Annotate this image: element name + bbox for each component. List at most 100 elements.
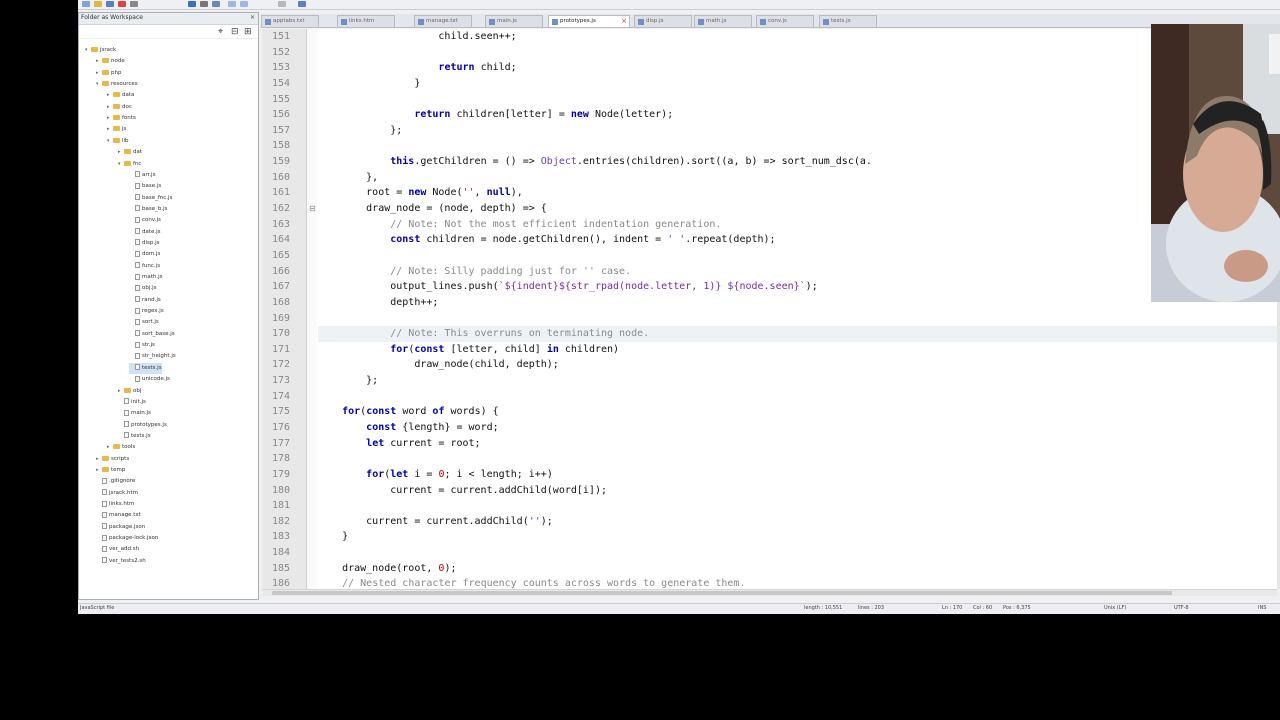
close-tab-icon[interactable]: ×	[621, 16, 627, 27]
tree-item[interactable]: prototypes.js	[118, 420, 167, 431]
code-line[interactable]: let current = root;	[318, 436, 1277, 452]
tree-item[interactable]: tests.js	[129, 362, 162, 374]
tree-item[interactable]: conv.js	[129, 215, 161, 226]
close-file-icon[interactable]	[118, 1, 126, 7]
tree-item[interactable]: func.js	[129, 261, 160, 272]
code-line[interactable]: for(const word of words) {	[318, 404, 1277, 420]
tree-item[interactable]: ▾ lib	[107, 136, 129, 147]
tree-item[interactable]: ▸ doc	[107, 102, 132, 113]
undo-icon[interactable]	[228, 1, 236, 7]
tree-item[interactable]: dom.js	[129, 249, 160, 260]
code-line[interactable]: // Nested character frequency counts acr…	[318, 576, 1277, 589]
code-line[interactable]: depth++;	[318, 295, 1277, 311]
cut-icon[interactable]	[188, 1, 196, 7]
tree-item[interactable]: ▸ tools	[107, 442, 135, 453]
tab-file[interactable]: math.js	[694, 15, 752, 27]
code-line[interactable]	[318, 248, 1277, 264]
tree-item[interactable]: rand.js	[129, 295, 161, 306]
tree-item[interactable]: obj.js	[129, 283, 157, 294]
code-line[interactable]: output_lines.push(`${indent}${str_rpad(n…	[318, 279, 1277, 295]
code-editor[interactable]: 151 152 153 154 155 156 157 158 159 160 161 162 163 1…	[262, 29, 1277, 589]
code-line[interactable]	[318, 389, 1277, 405]
code-line[interactable]: for(let i = 0; i < length; i++)	[318, 467, 1277, 483]
tree-item[interactable]: ▸ obj	[118, 386, 141, 397]
save-icon[interactable]	[106, 1, 114, 7]
tree-item[interactable]: ▾ resources	[96, 79, 138, 90]
code-line[interactable]: this.getChildren = () => Object.entries(…	[318, 154, 1277, 170]
tab-file[interactable]: disp.js	[634, 15, 692, 27]
code-line[interactable]: const {length} = word;	[318, 420, 1277, 436]
tab-file[interactable]: links.htm	[337, 15, 395, 27]
tree-item[interactable]: base.js	[129, 181, 161, 192]
fold-margin[interactable]	[307, 29, 317, 589]
tree-item[interactable]: ▸ fonts	[107, 113, 136, 124]
tree-item[interactable]: ▾ jsrack	[85, 45, 116, 56]
tree-item[interactable]: .gitignore	[96, 476, 135, 487]
tree-item[interactable]: disp.js	[129, 238, 160, 249]
code-line[interactable]: for(const [letter, child] in children)	[318, 342, 1277, 358]
locate-icon[interactable]: ⌖	[218, 27, 223, 37]
code-line[interactable]: },	[318, 170, 1277, 186]
tree-item[interactable]: ▸ node	[96, 56, 125, 67]
code-line[interactable]: current = current.addChild('');	[318, 514, 1277, 530]
code-line[interactable]: return child;	[318, 60, 1277, 76]
tree-item[interactable]: ▸ scripts	[96, 454, 129, 465]
tree-item[interactable]: arr.js	[129, 170, 155, 181]
expand-all-icon[interactable]: ⊞	[244, 27, 252, 37]
tab-file[interactable]: apptabs.txt	[261, 15, 319, 27]
copy-icon[interactable]	[200, 1, 208, 7]
tree-item[interactable]: ▾ fnc	[118, 159, 141, 170]
code-line[interactable]: return children[letter] = new Node(lette…	[318, 107, 1277, 123]
redo-icon[interactable]	[240, 1, 248, 7]
open-file-icon[interactable]	[94, 1, 102, 7]
scroll-thumb[interactable]	[272, 591, 1172, 595]
tab-file[interactable]: main.js	[485, 15, 543, 27]
tree-item[interactable]: ver_tests2.sh	[96, 556, 146, 567]
tree-item[interactable]: package.json	[96, 522, 145, 533]
collapse-all-icon[interactable]: ⊟	[231, 27, 239, 37]
tree-item[interactable]: main.js	[118, 408, 151, 419]
tree-item[interactable]: tests.js	[118, 431, 151, 442]
print-icon[interactable]	[130, 1, 138, 7]
tree-item[interactable]: date.js	[129, 227, 161, 238]
fold-toggle-icon[interactable]: ⊟	[309, 201, 316, 217]
code-line[interactable]: root = new Node('', null),	[318, 185, 1277, 201]
code-line[interactable]	[318, 545, 1277, 561]
tree-item[interactable]: base_fnc.js	[129, 193, 172, 204]
find-icon[interactable]	[278, 1, 286, 7]
eol-format[interactable]: Unix (LF)	[1104, 605, 1126, 611]
code-line[interactable]: draw_node = (node, depth) => {	[318, 201, 1277, 217]
tree-item[interactable]: math.js	[129, 272, 163, 283]
tab-file[interactable]: conv.js	[756, 15, 814, 27]
code-line[interactable]	[318, 498, 1277, 514]
code-line[interactable]	[318, 45, 1277, 61]
code-line[interactable]	[318, 451, 1277, 467]
code-area[interactable]: child.seen++; return child; } return chi…	[318, 29, 1277, 589]
tree-item[interactable]: ▸ temp	[96, 465, 125, 476]
tree-item[interactable]: regex.js	[129, 306, 164, 317]
tree-item[interactable]: manage.txt	[96, 510, 141, 521]
code-line[interactable]: current = current.addChild(word[i]);	[318, 483, 1277, 499]
code-line[interactable]: // Note: Silly padding just for '' case.	[318, 264, 1277, 280]
code-line[interactable]: }	[318, 529, 1277, 545]
code-line[interactable]: // Note: Not the most efficient indentat…	[318, 217, 1277, 233]
code-line[interactable]: };	[318, 373, 1277, 389]
code-line[interactable]	[318, 138, 1277, 154]
code-line[interactable]: draw_node(root, 0);	[318, 561, 1277, 577]
tree-item[interactable]: sort.js	[129, 317, 159, 328]
code-line[interactable]: };	[318, 123, 1277, 139]
tree-item[interactable]: base_b.js	[129, 204, 168, 215]
tree-item[interactable]: sort_base.js	[129, 329, 175, 340]
tree-item[interactable]: package-lock.json	[96, 533, 158, 544]
tree-item[interactable]: links.htm	[96, 499, 134, 510]
tree-item[interactable]: init.js	[118, 397, 146, 408]
tree-item[interactable]: str_height.js	[129, 351, 176, 362]
encoding[interactable]: UTF-8	[1174, 605, 1189, 611]
replace-icon[interactable]	[298, 1, 306, 7]
tab-file[interactable]: tests.js	[819, 15, 877, 27]
new-file-icon[interactable]	[82, 1, 90, 7]
horizontal-scrollbar[interactable]	[262, 589, 1277, 596]
tree-item[interactable]: ▸ php	[96, 68, 121, 79]
tree-item[interactable]: ▸ data	[107, 90, 134, 101]
paste-icon[interactable]	[212, 1, 220, 7]
